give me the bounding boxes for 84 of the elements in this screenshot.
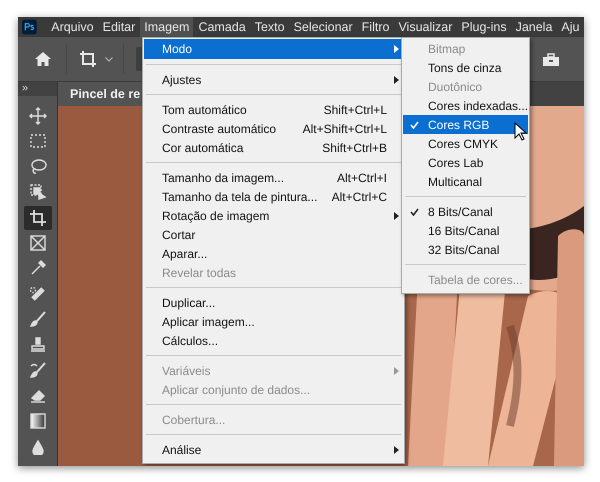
history-tool-icon xyxy=(28,360,46,379)
menu-item-label: Contraste automático xyxy=(162,122,278,136)
menu-item-label: Aplicar imagem... xyxy=(162,314,256,328)
menu-item-label: Multicanal xyxy=(428,174,482,188)
menu-item-label: Cobertura... xyxy=(162,412,226,426)
menu-bar-item[interactable]: Texto xyxy=(250,17,289,37)
menu-item[interactable]: 16 Bits/Canal xyxy=(403,221,528,240)
shortcut-label: Shift+Ctrl+B xyxy=(322,140,387,154)
menu-item-label: Cálculos... xyxy=(162,334,220,348)
select-tool-icon xyxy=(28,183,46,202)
menu-item-label: Rotação de imagem xyxy=(162,208,270,222)
menu-item[interactable]: Rotação de imagem xyxy=(144,206,403,225)
brush-tool-icon xyxy=(28,310,46,328)
menu-item-label: Aplicar conjunto de dados... xyxy=(162,382,312,396)
crop-tool-icon xyxy=(28,208,46,227)
bandage-tool-icon xyxy=(28,284,46,303)
menu-bar-item[interactable]: Visualizar xyxy=(394,17,456,37)
menu-item-label: Tons de cinza xyxy=(428,60,502,74)
menu-item-label: 8 Bits/Canal xyxy=(428,204,493,218)
menu-item-label: Duplicar... xyxy=(162,296,216,310)
menu-bar-item[interactable]: Plug-ins xyxy=(457,17,511,37)
menu-item[interactable]: Tamanho da tela de pintura... Alt+Ctrl+C xyxy=(144,187,403,206)
toolbox-icon[interactable] xyxy=(542,51,560,67)
marquee-tool-icon xyxy=(28,132,46,150)
frame-tool-icon xyxy=(28,234,46,252)
mouse-pointer-icon xyxy=(514,122,527,141)
menu-bar-item[interactable]: Camada xyxy=(194,17,250,37)
menu-item[interactable]: Análise xyxy=(144,440,403,459)
menu-item[interactable]: Cor automática Shift+Ctrl+B xyxy=(144,138,403,157)
menu-item[interactable]: Tons de cinza xyxy=(403,58,528,77)
menu-item[interactable]: Cortar xyxy=(144,225,403,244)
tool-button[interactable] xyxy=(24,206,52,230)
menu-item-label: Cores Lab xyxy=(428,156,484,170)
lasso-tool-icon xyxy=(28,158,46,176)
menu-item-label: Tamanho da tela de pintura... xyxy=(162,190,318,204)
menu-item-label: Aparar... xyxy=(162,246,208,260)
menu-item[interactable]: Cores Lab xyxy=(403,153,528,172)
chevron-down-icon[interactable] xyxy=(105,56,113,62)
menu-item-label: Variáveis xyxy=(162,364,212,378)
app-logo-icon xyxy=(22,18,37,36)
shortcut-label: Alt+Ctrl+C xyxy=(332,190,387,204)
menu-bar-item[interactable]: Filtro xyxy=(358,17,394,37)
menu-item-label: Cortar xyxy=(162,228,196,242)
menu-item-label: Cores indexadas... xyxy=(428,98,528,112)
menu-bar-item[interactable]: Imagem xyxy=(140,17,194,37)
menu-item[interactable]: Contraste automático Alt+Shift+Ctrl+L xyxy=(144,119,403,138)
menu-item-label: Cores RGB xyxy=(428,118,490,132)
menu-item-label: 32 Bits/Canal xyxy=(428,242,500,256)
menu-item-label: Tabela de cores... xyxy=(428,272,523,286)
home-icon[interactable] xyxy=(34,51,52,67)
menu-item-label: Cor automática xyxy=(162,140,244,154)
menu-bar-item[interactable]: Editar xyxy=(98,17,140,37)
collapse-toggle[interactable]: » xyxy=(22,82,28,96)
menu-item[interactable]: Modo xyxy=(144,39,403,59)
menu-item-label: Duotônico xyxy=(428,80,482,94)
shortcut-label: Shift+Ctrl+L xyxy=(324,102,387,116)
menu-item[interactable]: Aparar... xyxy=(144,244,403,263)
menu-bar-item[interactable]: Janela xyxy=(512,17,556,37)
menu-item[interactable]: Cálculos... xyxy=(144,331,403,350)
menu-bar-item[interactable]: Arquivo xyxy=(47,17,98,37)
menu-item-label: Bitmap xyxy=(428,42,466,56)
menu-item-label: Análise xyxy=(162,442,202,456)
gradient-tool-icon xyxy=(28,412,46,430)
shortcut-label: Alt+Ctrl+I xyxy=(336,170,387,184)
menu-item[interactable]: Cores CMYK xyxy=(403,134,528,153)
menu-item-label: Revelar todas xyxy=(162,266,238,280)
menu-item[interactable]: Tamanho da imagem... Alt+Ctrl+I xyxy=(144,168,403,187)
menu-item[interactable]: Cores indexadas... xyxy=(403,96,528,115)
move-tool-icon xyxy=(28,107,46,125)
menu-item-label: Modo xyxy=(162,42,194,56)
shortcut-label: Alt+Shift+Ctrl+L xyxy=(302,122,387,136)
menu-bar-item[interactable]: Selecionar xyxy=(290,17,357,37)
menu-item[interactable]: 8 Bits/Canal xyxy=(403,202,528,221)
menu-item-label: Cores CMYK xyxy=(428,136,498,150)
menu-item[interactable]: Aplicar imagem... xyxy=(144,312,403,331)
stamp-tool-icon xyxy=(28,336,46,354)
menu-item[interactable]: Multicanal xyxy=(403,172,528,191)
crop-icon[interactable] xyxy=(79,50,97,68)
menu-item-label: Tamanho da imagem... xyxy=(162,170,286,184)
menu-item[interactable]: Duplicar... xyxy=(144,293,403,312)
menu-item[interactable]: 32 Bits/Canal xyxy=(403,240,528,259)
menu-item-label: 16 Bits/Canal xyxy=(428,224,500,238)
menu-bar-item[interactable]: Aju xyxy=(557,17,584,37)
menu-item[interactable]: Cores RGB xyxy=(403,115,528,134)
